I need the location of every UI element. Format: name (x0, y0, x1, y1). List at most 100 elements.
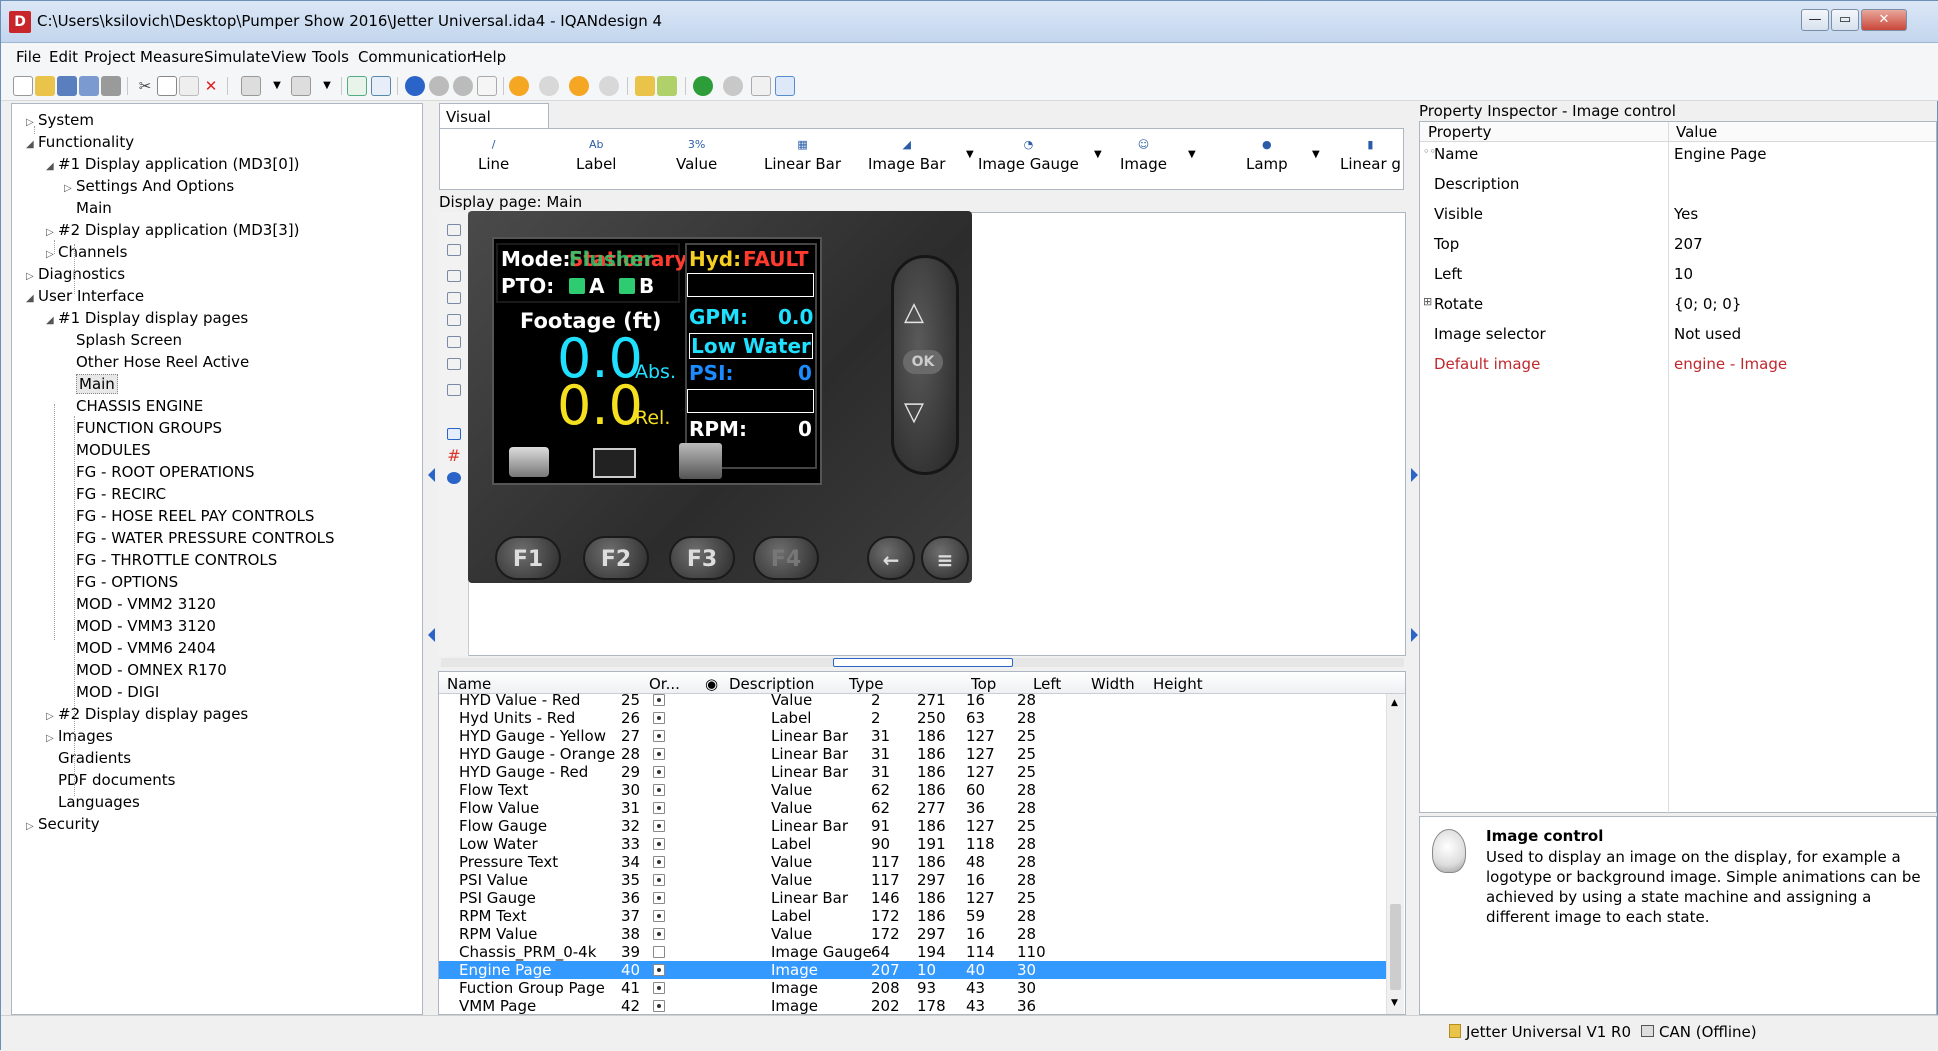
visibility-toggle-icon[interactable] (653, 802, 665, 814)
control-linear-gauge[interactable]: ▮ Linear g (1340, 135, 1401, 173)
tree-item[interactable]: MOD - VMM3 3120 (64, 616, 216, 636)
table-row[interactable]: VMM Page 42 Image 202 178 43 36 (439, 997, 1386, 1015)
property-row[interactable]: ◦◦ Name Engine Page (1420, 145, 1936, 175)
tree-item[interactable]: ▷ Security (26, 814, 100, 834)
tree-item[interactable]: ▷ #2 Display application (MD3[3]) (46, 220, 299, 240)
table-row[interactable]: Pressure Text 34 Value 117 186 48 28 (439, 853, 1386, 871)
tree-item[interactable]: Other Hose Reel Active (64, 352, 249, 372)
close-button[interactable]: ✕ (1861, 9, 1907, 31)
tree-item[interactable]: FG - RECIRC (64, 484, 166, 504)
control-label[interactable]: Ab Label (576, 135, 616, 173)
visibility-toggle-icon[interactable] (653, 982, 665, 994)
cut-icon[interactable]: ✂ (135, 76, 155, 96)
tree-item[interactable]: ◢ User Interface (26, 286, 144, 306)
align-left-icon[interactable] (447, 292, 461, 304)
vmm-page-icon[interactable] (679, 443, 722, 479)
arrow-up-icon[interactable]: △ (904, 297, 924, 327)
control-value[interactable]: 3% Value (676, 135, 717, 173)
table-row[interactable]: HYD Gauge - Red 29 Linear Bar 31 186 127 25 (439, 763, 1386, 781)
simulate-pause-icon[interactable] (539, 76, 559, 96)
f3-key[interactable]: F3 (669, 536, 735, 580)
expand-right-bottom-icon[interactable] (1411, 628, 1418, 642)
tree-item[interactable]: ◢ Functionality (26, 132, 134, 152)
tree-item[interactable]: Main (64, 198, 112, 218)
property-row[interactable]: Visible Yes (1420, 205, 1936, 235)
tree-item[interactable]: FG - WATER PRESSURE CONTROLS (64, 528, 335, 548)
visibility-toggle-icon[interactable] (653, 964, 665, 976)
receive-icon[interactable] (657, 76, 677, 96)
new-icon[interactable] (13, 76, 33, 96)
visibility-toggle-icon[interactable] (653, 820, 665, 832)
visibility-toggle-icon[interactable] (653, 766, 665, 778)
tree-item[interactable]: ▷ Settings And Options (64, 176, 234, 196)
property-value[interactable]: 10 (1674, 265, 1693, 283)
expander-icon[interactable]: ▷ (46, 707, 58, 727)
expander-icon[interactable]: ▷ (64, 179, 76, 199)
control-linear-bar[interactable]: ▦ Linear Bar (764, 135, 841, 173)
menu-communication[interactable]: Communication (358, 48, 476, 66)
expander-icon[interactable]: ▷ (26, 267, 38, 287)
visibility-toggle-icon[interactable] (653, 784, 665, 796)
print-icon[interactable] (101, 76, 121, 96)
visibility-toggle-icon[interactable] (653, 910, 665, 922)
expander-icon[interactable]: ▷ (26, 113, 38, 133)
menu-file[interactable]: File (16, 48, 41, 66)
visibility-toggle-icon[interactable] (653, 892, 665, 904)
tree-item[interactable]: FG - OPTIONS (64, 572, 178, 592)
table-row[interactable]: Engine Page 40 Image 207 10 40 30 (439, 961, 1386, 979)
f2-key[interactable]: F2 (583, 536, 649, 580)
expander-icon[interactable]: ◢ (26, 289, 38, 309)
engine-page-icon[interactable] (509, 447, 549, 477)
table-row[interactable]: Chassis_PRM_0-4k 39 Image Gauge 64 194 114 110 (439, 943, 1386, 961)
menu-help[interactable]: Help (472, 48, 506, 66)
tree-item[interactable]: ▷ Diagnostics (26, 264, 125, 284)
same-size-icon[interactable] (447, 384, 461, 396)
tree-item[interactable]: CHASSIS ENGINE (64, 396, 203, 416)
tree-item[interactable]: FG - THROTTLE CONTROLS (64, 550, 277, 570)
back-key-icon[interactable]: ← (867, 536, 915, 580)
function-group-page-icon[interactable] (593, 448, 636, 478)
property-marker-icon[interactable]: ⊞ (1423, 295, 1432, 308)
chevron-down-icon[interactable]: ▼ (1312, 149, 1320, 160)
copy-icon[interactable] (157, 76, 177, 96)
menu-measure[interactable]: Measure (140, 48, 204, 66)
property-row[interactable]: Default image engine - Image (1420, 355, 1936, 385)
undo-icon[interactable] (241, 76, 261, 96)
table-row[interactable]: Fuction Group Page 41 Image 208 93 43 30 (439, 979, 1386, 997)
align-center-icon[interactable] (447, 314, 461, 326)
menu-view[interactable]: View (271, 48, 307, 66)
menu-tools[interactable]: Tools (312, 48, 349, 66)
expander-icon[interactable]: ▷ (26, 817, 38, 837)
table-row[interactable]: RPM Text 37 Label 172 186 59 28 (439, 907, 1386, 925)
tree-item[interactable]: FUNCTION GROUPS (64, 418, 222, 438)
measure-start-icon[interactable] (405, 76, 425, 96)
table-row[interactable]: HYD Value - Red 25 Value 2 271 16 28 (439, 691, 1386, 709)
redo-dropdown-icon[interactable]: ▼ (317, 76, 337, 96)
visibility-toggle-icon[interactable] (653, 928, 665, 940)
tree-item[interactable]: ▷ System (26, 110, 94, 130)
maximize-button[interactable]: ▭ (1831, 9, 1859, 31)
property-row[interactable]: Image selector Not used (1420, 325, 1936, 355)
align-top-icon[interactable] (447, 224, 461, 236)
tree-item[interactable]: MOD - VMM6 2404 (64, 638, 216, 658)
visibility-toggle-icon[interactable] (653, 748, 665, 760)
save-icon[interactable] (57, 76, 77, 96)
table-row[interactable]: Flow Text 30 Value 62 186 60 28 (439, 781, 1386, 799)
visibility-toggle-icon[interactable] (653, 1000, 665, 1012)
grid-icon[interactable]: # (447, 448, 461, 464)
menu-edit[interactable]: Edit (49, 48, 78, 66)
visibility-toggle-icon[interactable] (653, 856, 665, 868)
navigate-icon[interactable] (447, 472, 461, 484)
send-icon[interactable] (635, 76, 655, 96)
tree-item[interactable]: ◢ #1 Display display pages (46, 308, 248, 328)
property-value[interactable]: engine - Image (1674, 355, 1787, 373)
property-row[interactable]: Description (1420, 175, 1936, 205)
property-row[interactable]: Top 207 (1420, 235, 1936, 265)
expander-icon[interactable]: ▷ (46, 223, 58, 243)
tree-item[interactable]: ▷ Images (46, 726, 113, 746)
control-line[interactable]: / Line (478, 135, 509, 173)
simulate-step-icon[interactable] (569, 76, 589, 96)
tree-item[interactable]: Main (64, 374, 118, 394)
menu-key-icon[interactable]: ≡ (921, 536, 969, 580)
expander-icon[interactable]: ◢ (46, 311, 58, 331)
